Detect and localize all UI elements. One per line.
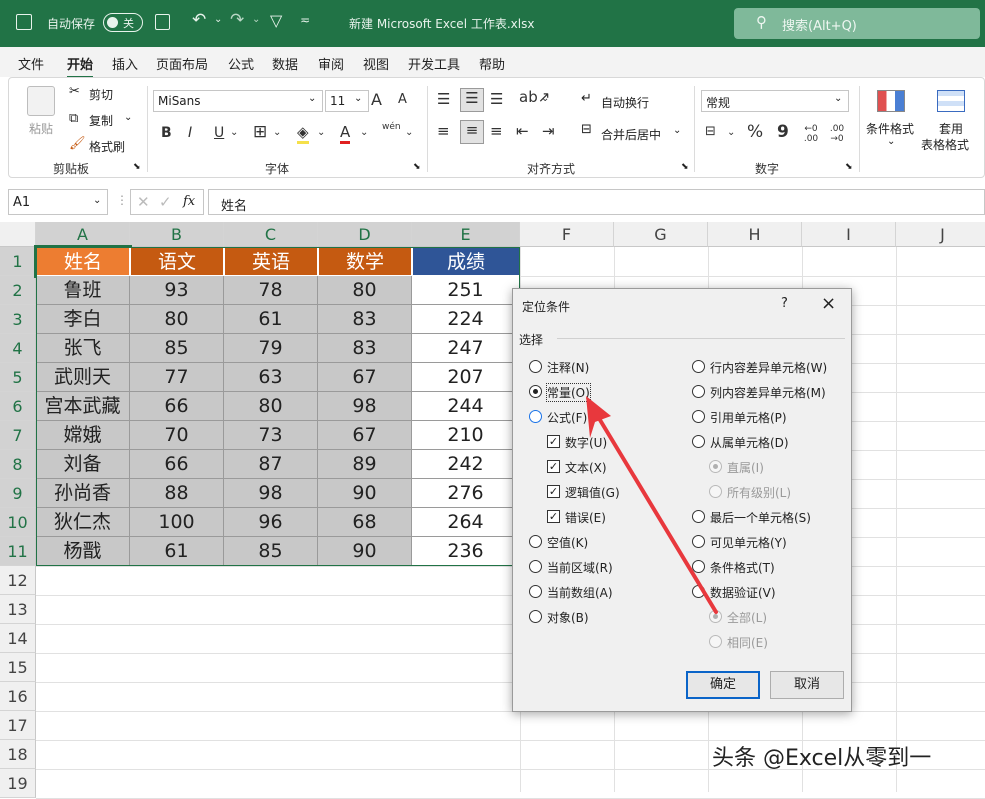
- arrow-shaft: [595, 413, 718, 614]
- watermark-text: 头条 @Excel从零到一: [712, 746, 932, 771]
- annotation-arrow: [586, 396, 718, 614]
